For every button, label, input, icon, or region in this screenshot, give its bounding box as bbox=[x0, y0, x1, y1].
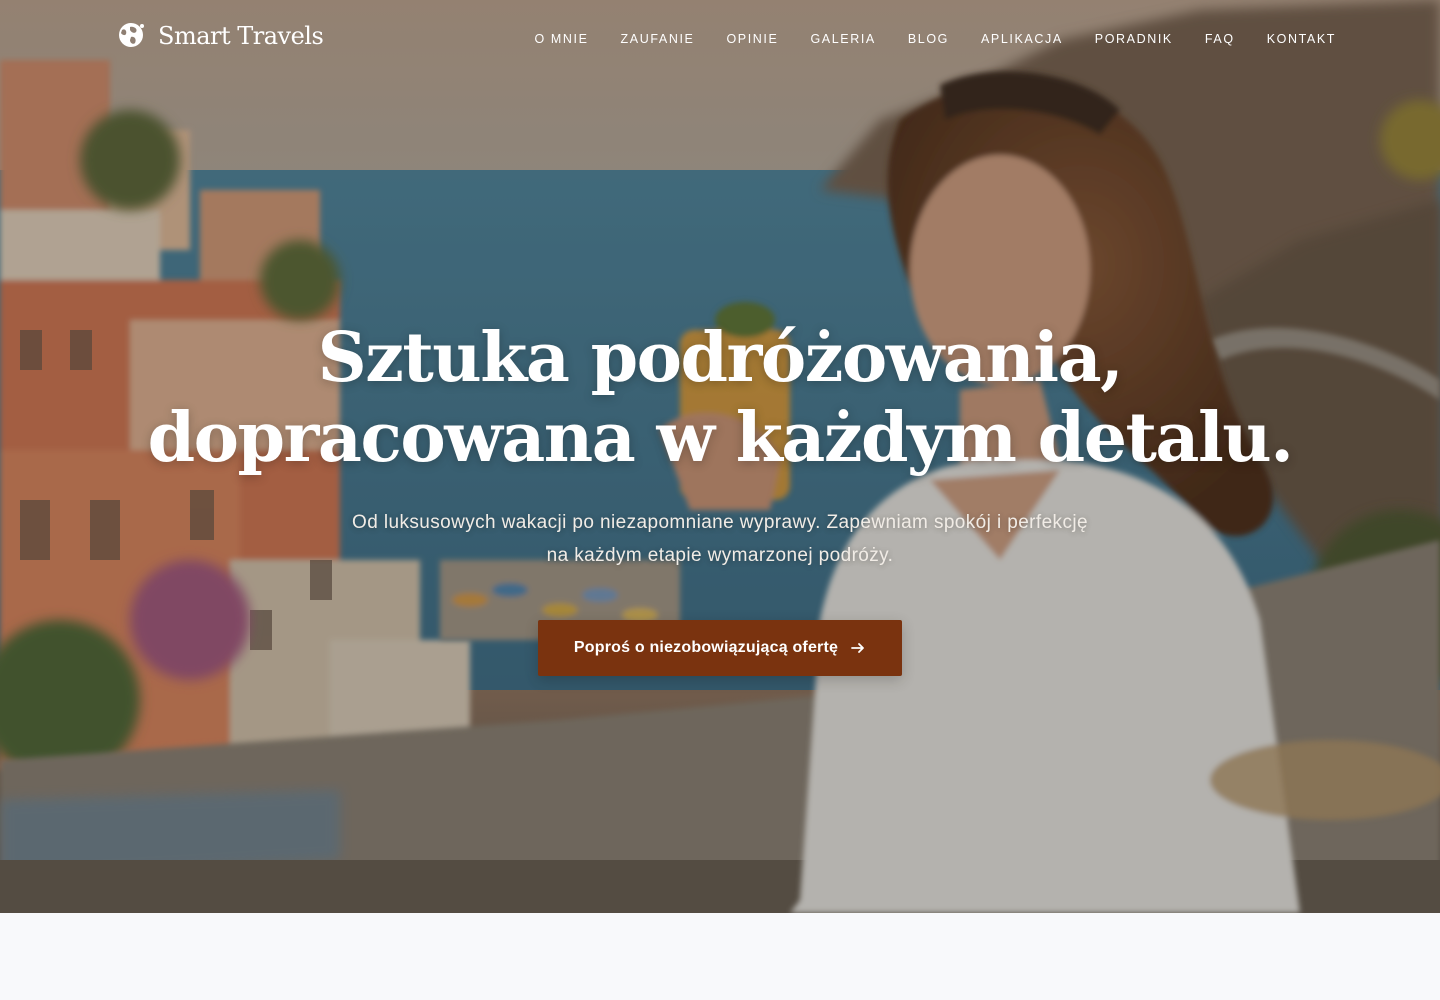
next-section bbox=[0, 913, 1440, 1000]
nav-item-aplikacja[interactable]: APLIKACJA bbox=[981, 32, 1063, 46]
nav-item-zaufanie[interactable]: ZAUFANIE bbox=[621, 32, 695, 46]
hero-section: Smart Travels O MNIE ZAUFANIE OPINIE GAL… bbox=[0, 0, 1440, 913]
brand-name: Smart Travels bbox=[158, 22, 324, 50]
request-offer-label: Poproś o niezobowiązującą ofertę bbox=[573, 639, 839, 656]
top-navbar: Smart Travels O MNIE ZAUFANIE OPINIE GAL… bbox=[0, 0, 1440, 80]
nav-item-poradnik[interactable]: PORADNIK bbox=[1095, 32, 1173, 46]
hero-title-line-1: Sztuka podróżowania, bbox=[317, 318, 1124, 398]
brand-logo-link[interactable]: Smart Travels bbox=[116, 22, 324, 50]
hero-subtitle: Od luksusowych wakacji po niezapomniane … bbox=[352, 512, 1088, 566]
nav-item-blog[interactable]: BLOG bbox=[908, 32, 949, 46]
request-offer-button[interactable]: Poproś o niezobowiązującą ofertę bbox=[538, 620, 902, 676]
nav-item-galeria[interactable]: GALERIA bbox=[810, 32, 875, 46]
globe-icon bbox=[119, 23, 144, 47]
hero-title: Sztuka podróżowania, dopracowana w każdy… bbox=[0, 318, 1440, 478]
nav-item-faq[interactable]: FAQ bbox=[1205, 32, 1235, 46]
nav-item-o-mnie[interactable]: O MNIE bbox=[535, 32, 589, 46]
arrow-right-icon bbox=[851, 643, 865, 653]
nav-item-opinie[interactable]: OPINIE bbox=[726, 32, 778, 46]
hero-title-line-2: dopracowana w każdym detalu. bbox=[147, 398, 1294, 478]
main-menu: O MNIE ZAUFANIE OPINIE GALERIA BLOG APLI… bbox=[503, 32, 1337, 46]
nav-item-kontakt[interactable]: KONTAKT bbox=[1267, 32, 1336, 46]
